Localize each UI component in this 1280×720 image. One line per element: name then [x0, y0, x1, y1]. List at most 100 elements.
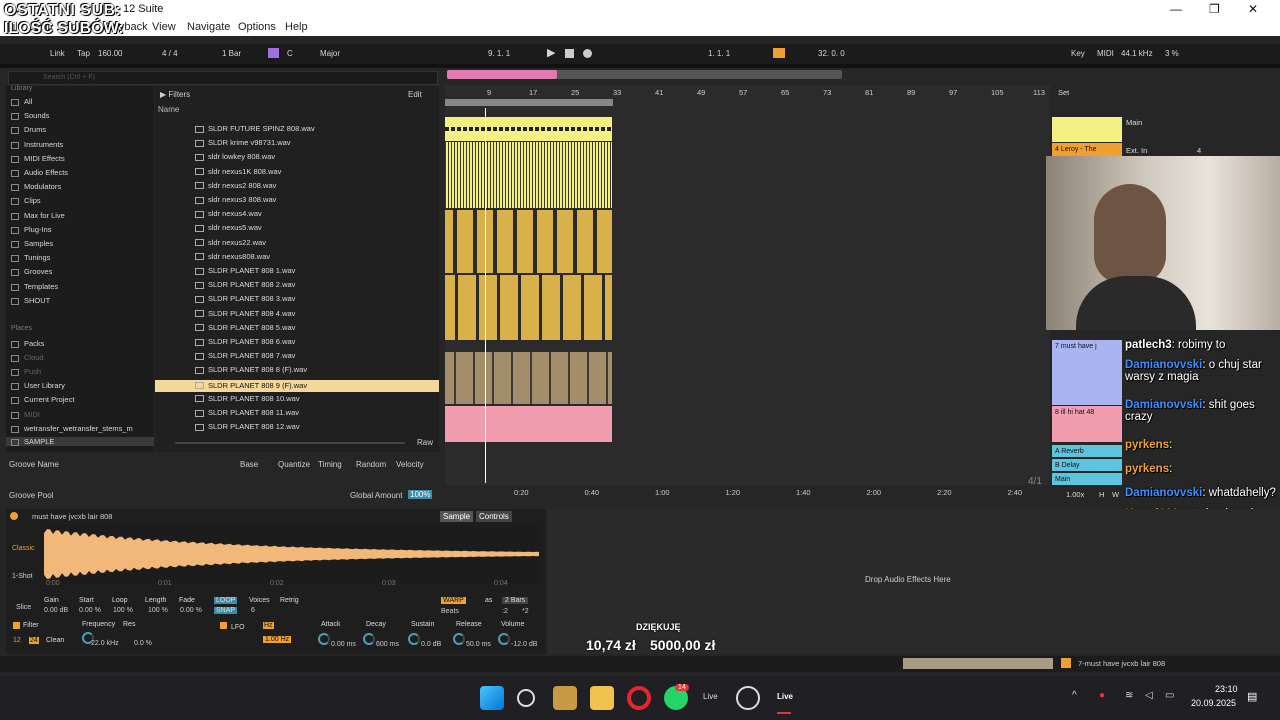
category-samples[interactable]: Samples	[11, 239, 53, 248]
category-max-for-live[interactable]: Max for Live	[11, 211, 65, 220]
key-scale-icon[interactable]	[268, 48, 279, 58]
browser-file-item[interactable]: SLDR PLANET 808 10.wav	[195, 394, 300, 403]
mode-oneshot[interactable]: 1-Shot	[12, 573, 33, 580]
track-yellow[interactable]	[1052, 117, 1122, 142]
close-icon[interactable]: ✕	[1248, 2, 1258, 16]
snap-toggle[interactable]: SNAP	[214, 607, 238, 614]
browser-file-item[interactable]: SLDR krime v98731.wav	[195, 138, 291, 147]
clip-overview[interactable]	[903, 658, 1053, 669]
return-b-delay[interactable]: B Delay	[1052, 459, 1122, 471]
battery-icon[interactable]: ▭	[1165, 690, 1174, 701]
category-grooves[interactable]: Grooves	[11, 267, 52, 276]
filters-toggle[interactable]: ▶ Filters	[160, 90, 190, 99]
place-current-project[interactable]: Current Project	[11, 395, 74, 404]
sustain-knob[interactable]	[408, 633, 420, 645]
place-midi[interactable]: MIDI	[11, 410, 40, 419]
stop-icon[interactable]	[565, 49, 574, 58]
midi-map-button[interactable]: MIDI	[1097, 49, 1114, 58]
wifi-icon[interactable]: ≋	[1125, 690, 1133, 701]
release-knob[interactable]	[453, 633, 465, 645]
clip-gold-1[interactable]	[445, 210, 612, 273]
preview-scrubber[interactable]	[175, 442, 405, 444]
menu-options[interactable]: Options	[238, 21, 276, 33]
browser-file-item[interactable]: sldr nexus1K 808.wav	[195, 167, 281, 176]
warp-mode-select[interactable]: Beats	[441, 608, 459, 615]
double-button[interactable]: *2	[522, 608, 529, 615]
category-midi-effects[interactable]: MIDI Effects	[11, 154, 65, 163]
search-icon[interactable]	[517, 689, 535, 707]
loop-value[interactable]: 100 %	[113, 607, 133, 614]
tap-button[interactable]: Tap	[77, 49, 90, 58]
chat-username[interactable]: Damianovvski	[1125, 487, 1202, 499]
meter-field[interactable]: 4 / 4	[162, 49, 178, 58]
place-user-library[interactable]: User Library	[11, 381, 65, 390]
length-value[interactable]: 100 %	[148, 607, 168, 614]
clip-pink[interactable]	[445, 406, 612, 442]
live-taskbar-icon-2[interactable]: Live	[777, 692, 793, 701]
audio-effects-drop-zone[interactable]: Drop Audio Effects Here	[548, 509, 1280, 654]
play-icon[interactable]: ▶	[547, 46, 555, 59]
browser-file-item[interactable]: SLDR PLANET 808 1.wav	[195, 266, 295, 275]
overview-scrollbar[interactable]	[447, 70, 842, 79]
frequency-value[interactable]: 22.0 kHz	[91, 640, 119, 647]
loop-start-field[interactable]: 1. 1. 1	[708, 49, 730, 58]
place-wetransfer[interactable]: wetransfer_wetransfer_stems_m	[11, 424, 133, 433]
scale-select[interactable]: Major	[320, 49, 340, 58]
waveform-display[interactable]	[44, 524, 540, 584]
menu-navigate[interactable]: Navigate	[187, 21, 230, 33]
name-column-header[interactable]: Name	[158, 105, 179, 114]
category-shout[interactable]: SHOUT	[11, 296, 50, 305]
browser-file-item[interactable]: sldr nexus4.wav	[195, 209, 262, 218]
link-button[interactable]: Link	[50, 49, 65, 58]
filter-toggle-icon[interactable]	[13, 622, 20, 629]
browser-file-item[interactable]: SLDR PLANET 808 4.wav	[195, 309, 295, 318]
w-button[interactable]: W	[1112, 490, 1119, 499]
release-value[interactable]: 50.0 ms	[466, 641, 491, 648]
place-cloud[interactable]: Cloud	[11, 353, 44, 362]
file-explorer-icon[interactable]	[590, 686, 614, 710]
clip-yellow-top[interactable]	[445, 117, 612, 141]
browser-file-item[interactable]: SLDR PLANET 808 8 (F).wav	[195, 365, 307, 374]
chat-username[interactable]: pyrkens	[1125, 439, 1169, 451]
quantize-select[interactable]: 1 Bar	[222, 49, 241, 58]
track-4-leroy[interactable]: 4 Leroy - The	[1052, 143, 1122, 157]
browser-search-input[interactable]: Search (Ctrl + F)	[8, 71, 438, 85]
chat-username[interactable]: Damianovvski	[1125, 399, 1202, 411]
track-7-must-have[interactable]: 7 must have j	[1052, 340, 1122, 405]
lfo-toggle-icon[interactable]	[220, 622, 227, 629]
global-amount-value[interactable]: 100%	[408, 490, 433, 499]
master-track[interactable]: Main	[1052, 473, 1122, 485]
obs-icon[interactable]	[736, 686, 760, 710]
clip-808[interactable]	[445, 352, 612, 404]
volume-value[interactable]: -12.0 dB	[511, 641, 537, 648]
category-audio-effects[interactable]: Audio Effects	[11, 168, 68, 177]
loop-brace[interactable]	[445, 99, 613, 106]
loop-toggle[interactable]: LOOP	[214, 597, 238, 604]
category-modulators[interactable]: Modulators	[11, 182, 61, 191]
notification-icon[interactable]: ▤	[1247, 690, 1257, 703]
place-sample[interactable]: SAMPLE	[6, 437, 154, 446]
res-value[interactable]: 0.0 %	[134, 640, 152, 647]
volume-knob[interactable]	[498, 633, 510, 645]
tray-chevron-icon[interactable]: ^	[1072, 690, 1077, 701]
clip-yellow-hats[interactable]	[445, 142, 612, 208]
mode-slice[interactable]: Slice	[16, 604, 31, 611]
live-taskbar-icon-1[interactable]: Live	[703, 692, 718, 701]
browser-file-item[interactable]: sldr nexus22.wav	[195, 238, 266, 247]
time-ruler[interactable]: 0:20 0:40 1:00 1:20 1:40 2:00 2:20 2:40	[445, 488, 1050, 498]
filter-type-select[interactable]: Clean	[46, 637, 64, 644]
lfo-rate-value[interactable]: 1.00 Hz	[263, 636, 292, 643]
start-value[interactable]: 0.00 %	[79, 607, 101, 614]
opera-icon[interactable]	[627, 686, 651, 710]
slope-12[interactable]: 12	[13, 637, 21, 644]
voices-value[interactable]: 6	[251, 607, 255, 614]
fade-value[interactable]: 0.00 %	[180, 607, 202, 614]
warp-bars-select[interactable]: 2 Bars	[502, 597, 529, 604]
category-tunings[interactable]: Tunings	[11, 253, 50, 262]
output-main-select[interactable]: Main	[1126, 118, 1142, 127]
loop-switch-icon[interactable]	[773, 48, 785, 58]
input-ext-select[interactable]: Ext. In	[1126, 146, 1147, 155]
edit-button[interactable]: Edit	[408, 90, 422, 99]
sustain-value[interactable]: 0.0 dB	[421, 641, 441, 648]
browser-file-item[interactable]: sldr lowkey 808.wav	[195, 152, 275, 161]
